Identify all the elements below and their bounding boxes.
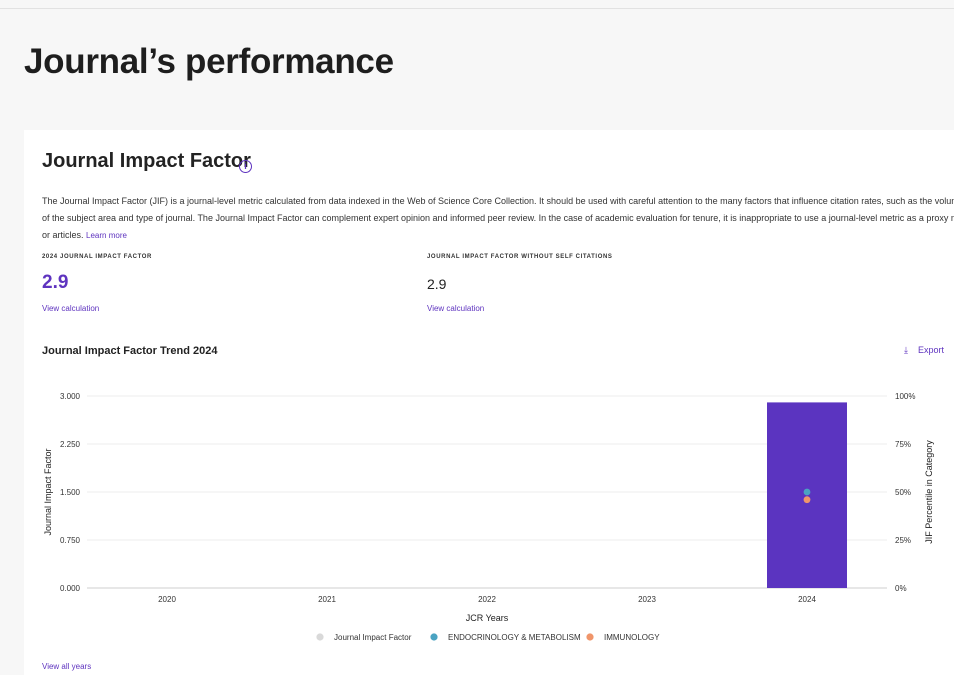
x-tick-label: 2023 bbox=[638, 595, 656, 604]
y2-axis-title: JIF Percentile in Category bbox=[924, 440, 934, 544]
legend-label: Journal Impact Factor bbox=[334, 633, 412, 642]
percentile-point bbox=[803, 496, 811, 504]
y2-tick-label: 100% bbox=[895, 392, 915, 401]
info-icon[interactable]: i bbox=[239, 160, 252, 173]
description-text: The Journal Impact Factor (JIF) is a jou… bbox=[42, 196, 954, 240]
y-axis-title: Journal Impact Factor bbox=[43, 448, 53, 535]
y-tick-label: 1.500 bbox=[60, 488, 81, 497]
metric-value-jif: 2.9 bbox=[42, 272, 69, 293]
metric-value-jif-no-self: 2.9 bbox=[427, 276, 447, 292]
percentile-point bbox=[803, 488, 811, 496]
legend-label: ENDOCRINOLOGY & METABOLISM bbox=[448, 633, 581, 642]
x-tick-label: 2024 bbox=[798, 595, 816, 604]
legend-marker bbox=[586, 633, 594, 641]
y-tick-label: 2.250 bbox=[60, 440, 81, 449]
x-tick-label: 2021 bbox=[318, 595, 336, 604]
x-tick-label: 2022 bbox=[478, 595, 496, 604]
jif-description: The Journal Impact Factor (JIF) is a jou… bbox=[42, 193, 954, 244]
top-divider bbox=[0, 8, 954, 9]
page-title: Journal’s performance bbox=[24, 42, 394, 81]
jif-trend-chart: 0.000 0.750 1.500 2.250 3.000 0% 25% 50% 75% 100%… bbox=[43, 392, 934, 642]
y2-tick-label: 0% bbox=[895, 584, 907, 593]
view-calculation-no-self-link[interactable]: View calculation bbox=[427, 304, 484, 313]
trend-chart-title: Journal Impact Factor Trend 2024 bbox=[42, 345, 218, 357]
y-tick-label: 0.750 bbox=[60, 536, 81, 545]
y-tick-label: 0.000 bbox=[60, 584, 81, 593]
legend-marker bbox=[430, 633, 438, 641]
learn-more-link[interactable]: Learn more bbox=[86, 231, 127, 240]
legend-marker bbox=[316, 633, 324, 641]
export-label: Export bbox=[918, 345, 945, 355]
x-axis-title: JCR Years bbox=[466, 613, 509, 623]
section-title: Journal Impact Factor bbox=[42, 150, 251, 172]
metric-label-jif-no-self: JOURNAL IMPACT FACTOR WITHOUT SELF CITAT… bbox=[427, 254, 613, 260]
x-tick-label: 2020 bbox=[158, 595, 176, 604]
y2-tick-label: 25% bbox=[895, 536, 911, 545]
view-all-years-link[interactable]: View all years bbox=[42, 662, 91, 671]
jif-card: Journal Impact Factor i The Journal Impa… bbox=[24, 130, 954, 675]
download-icon: ⤓ bbox=[904, 345, 908, 355]
y-tick-label: 3.000 bbox=[60, 392, 81, 401]
view-calculation-jif-link[interactable]: View calculation bbox=[42, 304, 99, 313]
metric-label-jif: 2024 JOURNAL IMPACT FACTOR bbox=[42, 254, 152, 260]
y2-tick-label: 75% bbox=[895, 440, 911, 449]
y2-tick-label: 50% bbox=[895, 488, 911, 497]
legend-label: IMMUNOLOGY bbox=[604, 633, 660, 642]
export-button[interactable]: ⤓ Export bbox=[904, 345, 944, 356]
